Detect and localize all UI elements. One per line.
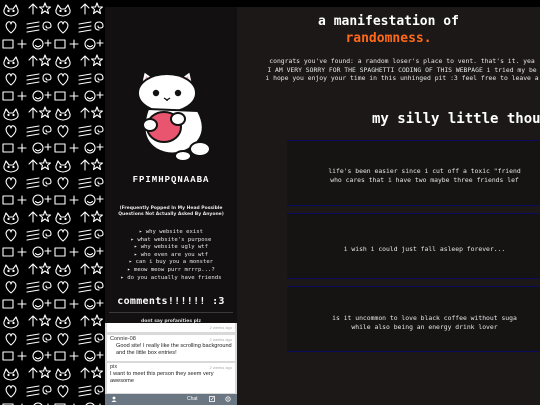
faq-link-who-are-you[interactable]: ▸ who even are you wtf: [105, 252, 237, 260]
comments-heading: comments!!!!!! :3: [117, 296, 225, 307]
comment-entry: 2 weeks ago: [107, 323, 235, 332]
comment-time: 2 weeks ago: [209, 325, 232, 330]
intro-line: I AM VERY SORRY FOR THE SPAGHETTI CODING…: [267, 65, 537, 74]
thought-line: life's been easier since i cut off a tox…: [328, 167, 521, 175]
site-name: FPIMHPQNAABA: [132, 175, 210, 185]
intro-line: congrats you've found: a random loser's …: [269, 57, 535, 65]
intro-text: congrats you've found: a random loser's …: [237, 57, 540, 83]
thought-box: life's been easier since i cut off a tox…: [287, 140, 540, 206]
page-title-accent: randomness.: [345, 31, 432, 46]
faq-link-meow-meow[interactable]: ▸ meow meow purr mrrrp...?: [105, 267, 237, 275]
comment-text: I want to meet this person they seem ver…: [110, 371, 214, 384]
doodle-pattern-background: [0, 0, 105, 405]
faq-link-why-website-ugly[interactable]: ▸ why website ugly wtf: [105, 244, 237, 252]
thought-line: is it uncommon to love black coffee with…: [332, 314, 517, 322]
edit-icon[interactable]: [209, 396, 215, 404]
thought-text: is it uncommon to love black coffee with…: [288, 314, 540, 332]
thought-text: life's been easier since i cut off a tox…: [288, 167, 540, 185]
page-title: a manifestation of randomness.: [237, 13, 540, 47]
comment-toolbar: Chat: [105, 394, 237, 405]
faq-list: ▸ why website exist ▸ what website's pur…: [105, 229, 237, 282]
chat-label[interactable]: Chat: [187, 396, 198, 402]
comment-time: 2 weeks ago: [209, 337, 232, 342]
intro-line: i hope you enjoy your time in this unhin…: [265, 74, 539, 83]
faq-heading: (Frequently Popped In My Head Possible Q…: [118, 206, 224, 217]
thought-line: who cares that i have two maybe three fr…: [330, 176, 519, 184]
thought-line: i wish i could just fall asleep forever.…: [343, 245, 506, 253]
faq-link-have-friends[interactable]: ▸ do you actually have friends: [105, 275, 237, 283]
thought-line: while also being an energy drink lover: [351, 323, 498, 331]
faq-link-buy-a-monster[interactable]: ▸ can i buy you a monster: [105, 259, 237, 267]
comments-divider: [109, 312, 233, 313]
section-heading: my silly little thoug: [372, 111, 540, 127]
comment-text: Good site! I really like the scrolling b…: [116, 343, 232, 356]
comment-entry: Connie-08 2 weeks ago Good site! I reall…: [107, 335, 235, 361]
comment-entry: pix 2 weeks ago I want to meet this pers…: [107, 363, 235, 393]
settings-icon[interactable]: [225, 396, 231, 404]
user-icon[interactable]: [111, 396, 117, 404]
comment-widget[interactable]: 2 weeks ago Connie-08 2 weeks ago Good s…: [105, 323, 237, 405]
faq-link-why-website-exist[interactable]: ▸ why website exist: [105, 229, 237, 237]
thought-box: is it uncommon to love black coffee with…: [287, 286, 540, 352]
comment-time: 2 weeks ago: [209, 365, 232, 370]
faq-link-website-purpose[interactable]: ▸ what website's purpose: [105, 237, 237, 245]
page-title-line-1: a manifestation of: [318, 14, 459, 29]
thought-text: i wish i could just fall asleep forever.…: [288, 245, 540, 254]
cat-mascot-image: [128, 67, 218, 162]
main-content: a manifestation of randomness. congrats …: [237, 7, 540, 405]
thought-box: i wish i could just fall asleep forever.…: [287, 213, 540, 279]
